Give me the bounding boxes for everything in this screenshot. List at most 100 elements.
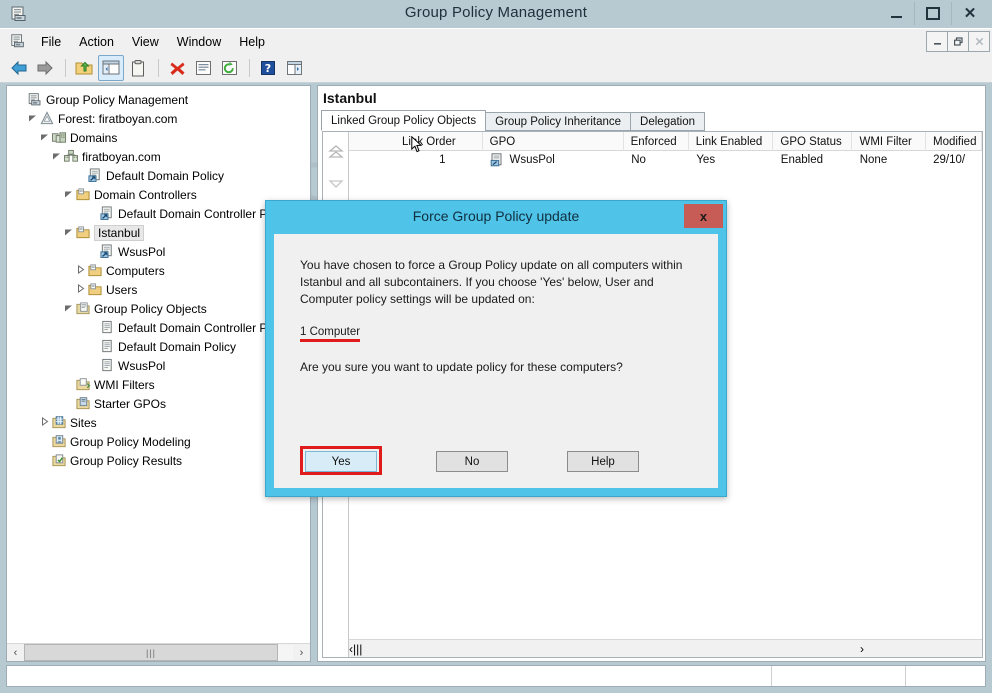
list-horizontal-scrollbar[interactable]: ‹ ||| › <box>349 639 982 657</box>
forward-icon[interactable] <box>33 56 57 80</box>
move-down-icon[interactable] <box>327 177 345 191</box>
tree-item-forest-firatboyan-com[interactable]: Forest: firatboyan.com <box>7 109 310 128</box>
console-menu-icon <box>10 33 26 49</box>
tree-item-label: Forest: firatboyan.com <box>58 111 178 126</box>
expander-closed-icon[interactable] <box>75 265 86 276</box>
up-folder-icon[interactable] <box>72 56 96 80</box>
toolbar-separator-2 <box>158 59 159 77</box>
report-icon[interactable] <box>191 56 215 80</box>
wmi-icon <box>74 377 91 393</box>
domains-icon <box>50 130 67 146</box>
close-button[interactable]: ✕ <box>951 2 988 25</box>
clipboard-icon[interactable] <box>126 56 150 80</box>
status-segment-two <box>772 666 907 686</box>
tree-item-label: Domains <box>70 130 118 145</box>
back-icon[interactable] <box>7 56 31 80</box>
scroll-track[interactable] <box>278 645 293 660</box>
tree-item-label: Group Policy Results <box>70 453 183 468</box>
column-header-gpo-status[interactable]: GPO Status <box>773 132 853 151</box>
ou-icon <box>86 263 103 279</box>
column-header-modified[interactable]: Modified <box>926 132 982 151</box>
menu-items: File Action View Window Help <box>32 29 274 55</box>
cell-modified: 29/10/ <box>933 154 966 166</box>
tab-delegation[interactable]: Delegation <box>630 112 706 131</box>
mdi-close-button[interactable] <box>968 31 990 52</box>
window-title: Group Policy Management <box>404 4 588 21</box>
tree-item-label: Default Domain Policy <box>118 339 237 354</box>
cell-link-order: 1 <box>439 154 446 166</box>
column-header-link-order[interactable]: Link Order <box>349 132 483 151</box>
tree-item-label: Group Policy Objects <box>94 301 207 316</box>
expander-open-icon[interactable] <box>63 303 74 314</box>
tree-item-label: Starter GPOs <box>94 396 167 411</box>
mdi-minimize-button[interactable] <box>926 31 948 52</box>
column-header-link-enabled[interactable]: Link Enabled <box>689 132 774 151</box>
minimize-button[interactable] <box>878 2 914 25</box>
tree-horizontal-scrollbar[interactable]: ‹ ||| › <box>7 643 310 661</box>
tab-label: Linked Group Policy Objects <box>331 114 477 127</box>
tree-item-firatboyan-com[interactable]: firatboyan.com <box>7 147 310 166</box>
tree-item-label: WMI Filters <box>94 377 155 392</box>
expander-open-icon[interactable] <box>51 151 62 162</box>
mdi-window-controls <box>926 31 990 52</box>
no-button[interactable]: No <box>436 451 508 472</box>
dialog-body: You have chosen to force a Group Policy … <box>274 234 718 488</box>
tree-item-group-policy-management[interactable]: Group Policy Management <box>7 90 310 109</box>
gpo-link-icon <box>86 168 103 184</box>
menu-action[interactable]: Action <box>70 32 123 52</box>
expander-open-icon[interactable] <box>63 189 74 200</box>
tree-item-domains[interactable]: Domains <box>7 128 310 147</box>
dialog-close-button[interactable]: x <box>684 204 723 228</box>
tree-item-label: Group Policy Management <box>46 92 189 107</box>
dialog-message: You have chosen to force a Group Policy … <box>300 258 683 306</box>
scroll-left-icon[interactable]: ‹ <box>7 645 24 661</box>
show-hide-tree-icon[interactable] <box>98 55 124 81</box>
scroll-right-icon[interactable]: › <box>860 642 864 656</box>
force-group-policy-update-dialog: Force Group Policy update x You have cho… <box>265 200 727 497</box>
maximize-button[interactable] <box>914 2 951 25</box>
column-header-gpo[interactable]: GPO <box>483 132 624 151</box>
new-window-icon[interactable] <box>282 56 306 80</box>
ou-icon <box>86 282 103 298</box>
dialog-buttons: Yes No Help <box>274 451 718 481</box>
menu-window[interactable]: Window <box>168 32 230 52</box>
svg-text:?: ? <box>265 62 271 75</box>
mdi-restore-button[interactable] <box>947 31 969 52</box>
expander-closed-icon[interactable] <box>75 284 86 295</box>
column-header-wmi-filter[interactable]: WMI Filter <box>852 132 926 151</box>
move-up-icon[interactable] <box>327 145 345 159</box>
table-row[interactable]: 1 WsusPol No Yes Enabled None 29/10/ <box>349 151 982 169</box>
delete-icon[interactable] <box>165 56 189 80</box>
help-icon[interactable]: ? <box>256 56 280 80</box>
menu-file[interactable]: File <box>32 32 70 52</box>
tab-linked-group-policy-objects[interactable]: Linked Group Policy Objects <box>321 110 487 131</box>
tree-item-label: Domain Controllers <box>94 187 197 202</box>
help-button[interactable]: Help <box>567 451 639 472</box>
gpo-container-icon <box>74 301 91 317</box>
status-segment-three <box>906 666 985 686</box>
refresh-icon[interactable] <box>217 56 241 80</box>
details-tabs: Linked Group Policy Objects Group Policy… <box>321 110 706 131</box>
expander-open-icon[interactable] <box>27 113 38 124</box>
scroll-right-icon[interactable]: › <box>293 645 310 661</box>
scroll-thumb[interactable]: ||| <box>353 642 860 656</box>
tab-label: Delegation <box>640 115 696 128</box>
expander-open-icon[interactable] <box>39 132 50 143</box>
tree-item-label: WsusPol <box>118 358 166 373</box>
tab-group-policy-inheritance[interactable]: Group Policy Inheritance <box>485 112 632 131</box>
cell-wmi-filter: None <box>859 154 888 166</box>
page-title: Istanbul <box>323 90 377 106</box>
menu-help[interactable]: Help <box>230 32 274 52</box>
column-header-enforced[interactable]: Enforced <box>624 132 689 151</box>
yes-button[interactable]: Yes <box>305 451 377 472</box>
expander-closed-icon[interactable] <box>39 417 50 428</box>
menu-view[interactable]: View <box>123 32 168 52</box>
title-bar: Group Policy Management ✕ <box>0 0 992 28</box>
gpo-icon <box>98 320 115 336</box>
scroll-thumb[interactable]: ||| <box>24 644 278 661</box>
expander-open-icon[interactable] <box>63 227 74 238</box>
tree-item-label: firatboyan.com <box>82 149 161 164</box>
console-icon <box>26 92 43 108</box>
close-icon: x <box>699 208 708 224</box>
tree-item-default-domain-policy[interactable]: Default Domain Policy <box>7 166 310 185</box>
